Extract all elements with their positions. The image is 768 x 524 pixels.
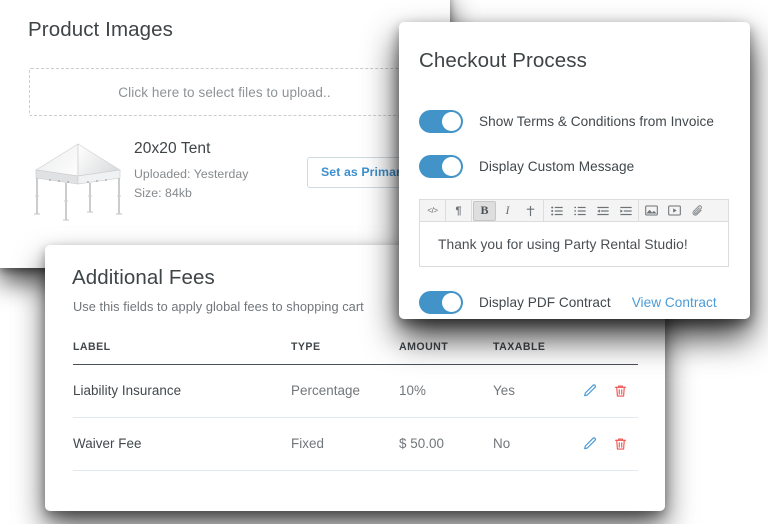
media-uploaded-date: Uploaded: Yesterday xyxy=(134,167,249,181)
toggle-label-display-pdf-contract: Display PDF Contract xyxy=(479,295,611,310)
editor-content-text: Thank you for using Party Rental Studio! xyxy=(438,236,688,252)
toggle-label-display-custom-message: Display Custom Message xyxy=(479,159,635,174)
italic-icon[interactable]: I xyxy=(496,201,519,221)
cell-label: Waiver Fee xyxy=(73,417,291,471)
checkout-process-card: Checkout Process Show Terms & Conditions… xyxy=(399,22,750,319)
page-title-checkout-process: Checkout Process xyxy=(419,49,587,72)
toggle-knob xyxy=(442,293,461,312)
editor-content-area[interactable]: Thank you for using Party Rental Studio! xyxy=(419,221,729,267)
toggle-row-display-custom-message: Display Custom Message xyxy=(419,155,634,178)
delete-icon[interactable] xyxy=(612,435,629,452)
editor-toolbar: </> ¶ B I xyxy=(419,199,729,221)
bold-icon[interactable]: B xyxy=(473,200,496,221)
file-upload-dropzone[interactable]: Click here to select files to upload.. xyxy=(29,68,420,116)
row-action-group xyxy=(578,435,638,452)
column-header-amount: AMOUNT xyxy=(399,341,493,365)
edit-icon[interactable] xyxy=(581,382,598,399)
toggle-knob xyxy=(442,112,461,131)
toggle-row-show-terms: Show Terms & Conditions from Invoice xyxy=(419,110,714,133)
table-row: Waiver Fee Fixed $ 50.00 No xyxy=(73,417,638,471)
column-header-label: LABEL xyxy=(73,341,291,365)
cell-amount: 10% xyxy=(399,364,493,418)
page-title-additional-fees: Additional Fees xyxy=(72,266,215,289)
attach-file-icon[interactable] xyxy=(686,201,709,221)
toggle-display-custom-message[interactable] xyxy=(419,155,463,178)
toolbar-group-paragraph: ¶ xyxy=(446,200,472,221)
cell-type: Percentage xyxy=(291,364,399,418)
screenshot-stage: Product Images Click here to select file… xyxy=(0,0,768,524)
indent-icon[interactable] xyxy=(614,201,637,221)
custom-message-editor: </> ¶ B I Thank you for using Party Rent… xyxy=(419,199,729,267)
toggle-label-show-terms: Show Terms & Conditions from Invoice xyxy=(479,114,715,129)
ordered-list-icon[interactable] xyxy=(568,201,591,221)
column-header-type: TYPE xyxy=(291,341,399,365)
product-images-card: Product Images Click here to select file… xyxy=(0,0,450,268)
paragraph-format-icon[interactable]: ¶ xyxy=(447,201,470,221)
media-title: 20x20 Tent xyxy=(134,140,211,157)
media-metadata: 20x20 Tent Uploaded: Yesterday Size: 84k… xyxy=(134,140,248,205)
table-header-row: LABEL TYPE AMOUNT TAXABLE xyxy=(73,341,638,365)
toolbar-group-source: </> xyxy=(420,200,446,221)
cell-amount: $ 50.00 xyxy=(399,417,493,471)
cell-label: Liability Insurance xyxy=(73,364,291,418)
column-header-taxable: TAXABLE xyxy=(493,341,578,365)
cell-taxable: Yes xyxy=(493,364,578,418)
cell-taxable: No xyxy=(493,417,578,471)
media-file-size: Size: 84kb xyxy=(134,186,192,200)
additional-fees-subtitle: Use this fields to apply global fees to … xyxy=(73,299,364,314)
cell-type: Fixed xyxy=(291,417,399,471)
row-action-group xyxy=(578,382,638,399)
cell-actions xyxy=(578,364,638,418)
product-images-card-inner: Product Images Click here to select file… xyxy=(0,0,450,268)
delete-icon[interactable] xyxy=(612,382,629,399)
toolbar-group-lists xyxy=(544,200,639,221)
product-thumbnail[interactable] xyxy=(28,136,129,224)
unordered-list-icon[interactable] xyxy=(545,201,568,221)
toolbar-group-inline-style: B I xyxy=(472,200,544,221)
toggle-display-pdf-contract[interactable] xyxy=(419,291,463,314)
column-header-actions xyxy=(578,341,638,365)
table-row: Liability Insurance Percentage 10% Yes xyxy=(73,364,638,418)
outdent-icon[interactable] xyxy=(591,201,614,221)
strikethrough-icon[interactable] xyxy=(519,201,542,221)
insert-video-icon[interactable] xyxy=(663,201,686,221)
edit-icon[interactable] xyxy=(581,435,598,452)
cell-actions xyxy=(578,417,638,471)
toggle-show-terms[interactable] xyxy=(419,110,463,133)
additional-fees-table: LABEL TYPE AMOUNT TAXABLE Liability Insu… xyxy=(73,341,638,471)
source-code-icon[interactable]: </> xyxy=(421,201,444,221)
page-title-product-images: Product Images xyxy=(28,18,173,41)
file-upload-dropzone-label: Click here to select files to upload.. xyxy=(118,84,331,100)
insert-image-icon[interactable] xyxy=(640,201,663,221)
toggle-knob xyxy=(442,157,461,176)
tent-image xyxy=(28,136,129,224)
view-contract-link[interactable]: View Contract xyxy=(632,295,717,310)
toolbar-group-insert xyxy=(639,200,710,221)
media-list-item: 20x20 Tent Uploaded: Yesterday Size: 84k… xyxy=(28,136,422,228)
toggle-row-display-pdf-contract: Display PDF Contract View Contract xyxy=(419,291,717,314)
